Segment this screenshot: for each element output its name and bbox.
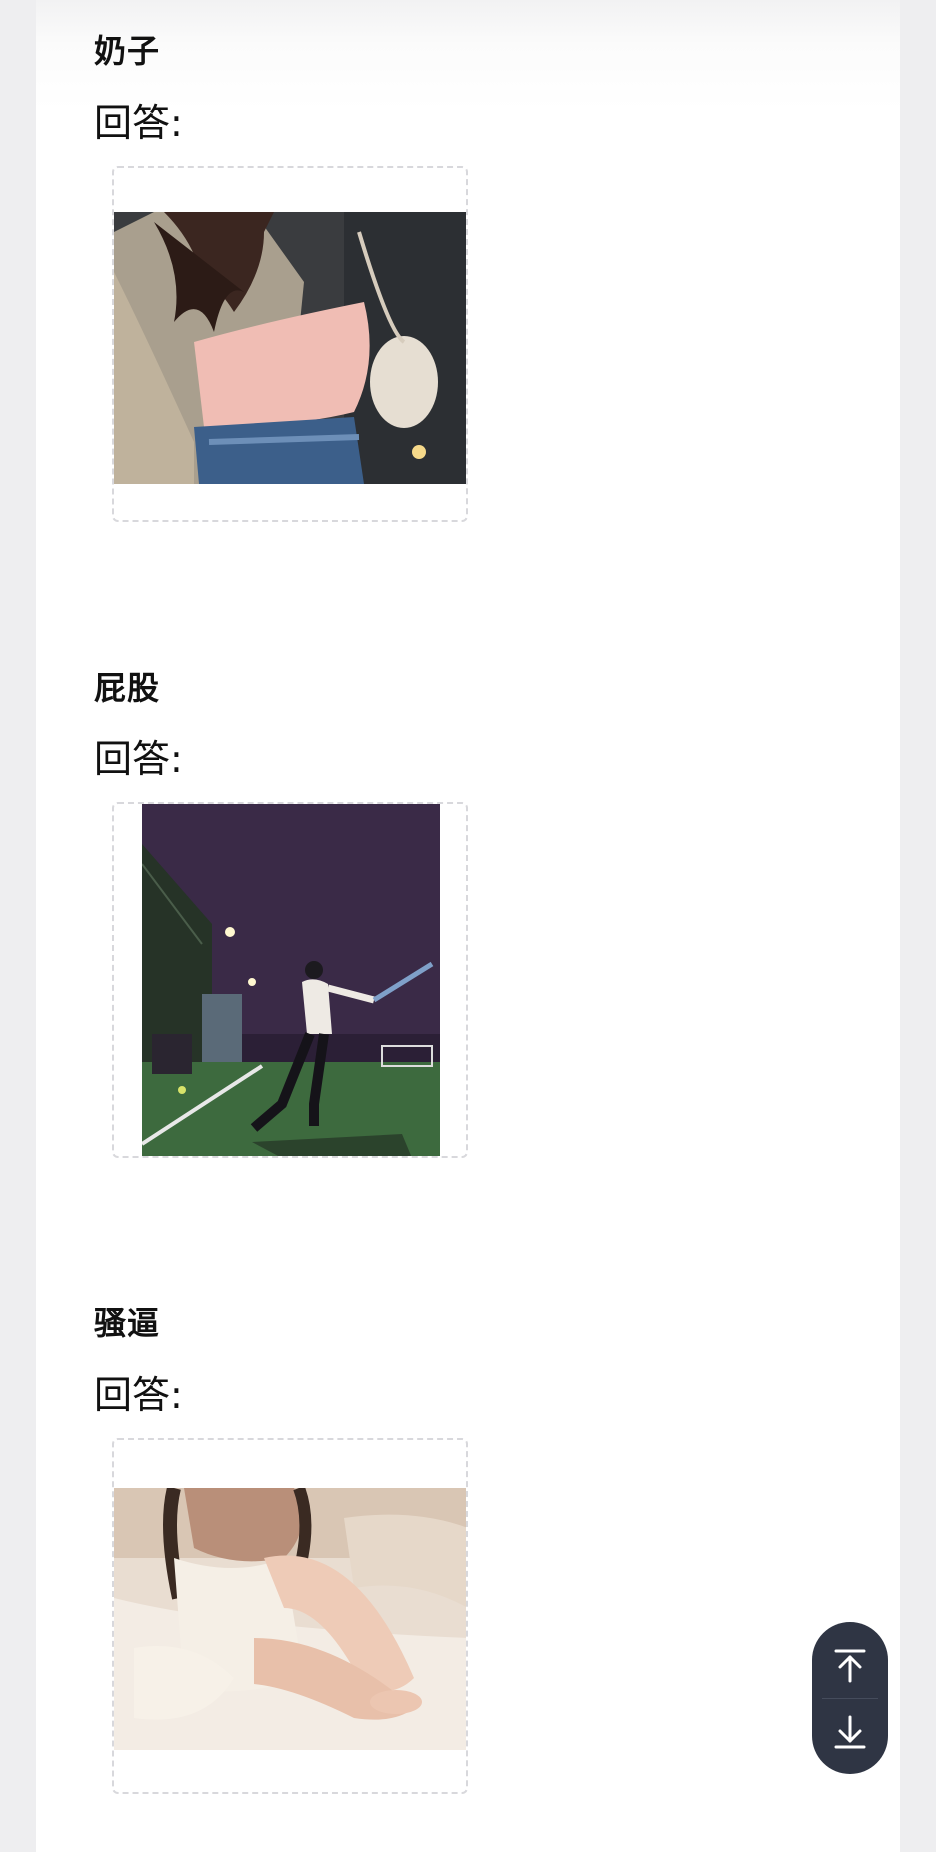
scroll-widget-divider [822, 1698, 878, 1699]
answer-photo-1[interactable] [112, 166, 468, 522]
question-title-2: 屁股 [94, 669, 161, 707]
answer-label-3: 回答: [94, 1373, 183, 1417]
arrow-to-top-icon [834, 1649, 866, 1683]
arrow-to-bottom-icon [834, 1715, 866, 1749]
question-title-1: 奶子 [94, 32, 161, 70]
question-title-3: 骚逼 [94, 1304, 161, 1342]
photo-baseball-field [142, 804, 440, 1156]
answer-photo-3[interactable] [112, 1438, 468, 1794]
answer-label-2: 回答: [94, 737, 183, 781]
photo-bed-seated [114, 1488, 466, 1750]
content-card: 奶子 回答: 屁股 回答: 骚逼 回答: [36, 0, 900, 1852]
scroll-widget [812, 1622, 888, 1774]
scroll-to-bottom-button[interactable] [812, 1702, 888, 1764]
scroll-to-top-button[interactable] [812, 1634, 888, 1696]
answer-label-1: 回答: [94, 101, 183, 145]
photo-pink-camisole [114, 212, 466, 484]
answer-photo-2[interactable] [112, 802, 468, 1158]
